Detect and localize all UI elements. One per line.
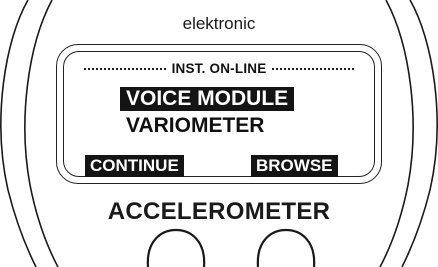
- screen-header: INST. ON-LINE: [84, 61, 355, 76]
- screen-header-title: INST. ON-LINE: [171, 61, 267, 76]
- header-dotted-rule-right: [272, 68, 355, 70]
- right-knob-icon[interactable]: [256, 228, 316, 267]
- header-dotted-rule-left: [84, 68, 166, 70]
- lcd-inner-frame: INST. ON-LINE VOICE MODULE VARIOMETER CO…: [63, 51, 375, 177]
- continue-softkey[interactable]: CONTINUE: [85, 155, 184, 177]
- brand-label: elektronic: [182, 14, 256, 33]
- menu-item-variometer[interactable]: VARIOMETER: [120, 114, 270, 138]
- menu-item-voice-module[interactable]: VOICE MODULE: [120, 87, 295, 111]
- left-knob-icon[interactable]: [146, 228, 206, 267]
- browse-softkey[interactable]: BROWSE: [251, 155, 338, 177]
- device-model-label: ACCELEROMETER: [107, 198, 331, 225]
- lcd-screen: INST. ON-LINE VOICE MODULE VARIOMETER CO…: [56, 44, 382, 184]
